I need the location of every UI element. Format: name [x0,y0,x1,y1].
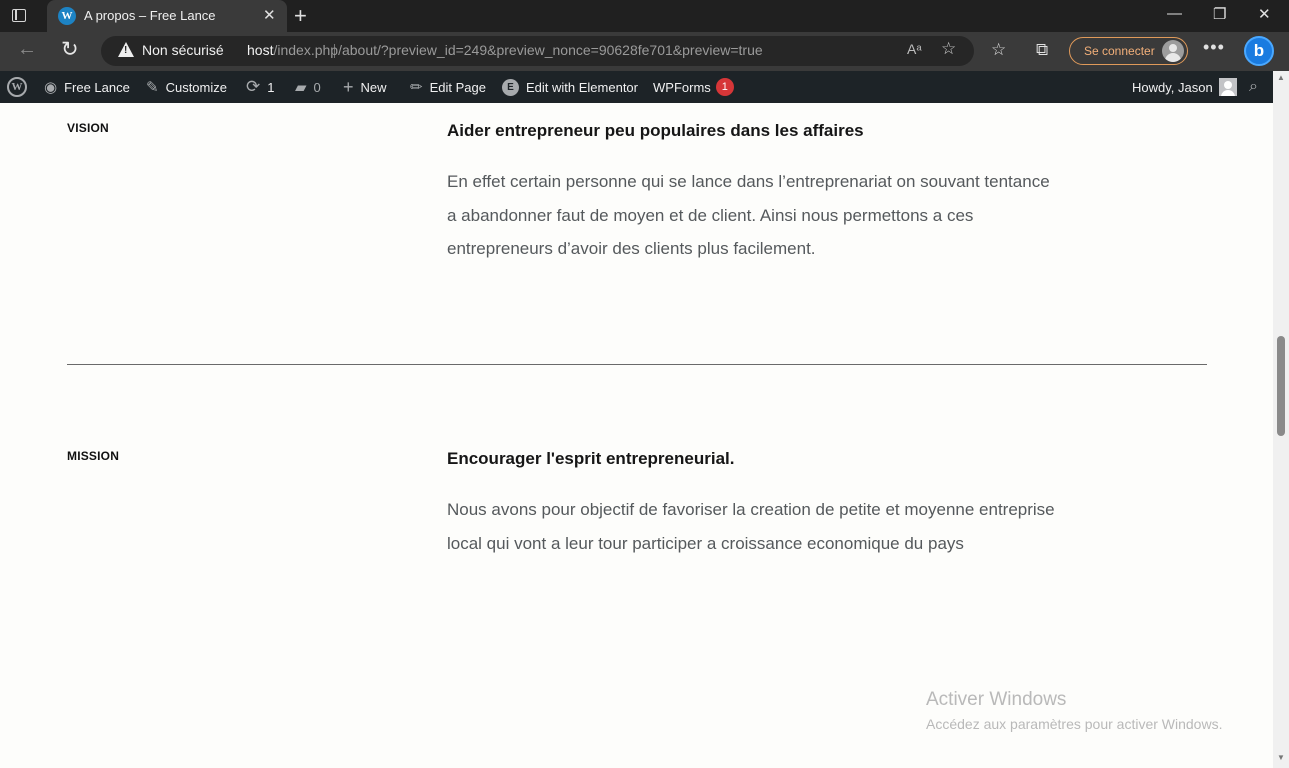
plus-icon: + [343,76,354,97]
wpforms-link[interactable]: WPForms 1 [653,71,734,103]
page-scrollbar[interactable]: ▲ ▼ [1273,71,1289,768]
section-body-mission: Nous avons pour objectif de favoriser la… [447,493,1137,560]
edit-page-link[interactable]: ✏ Edit Page [410,71,486,103]
comments-count: 0 [313,79,321,95]
pencil-icon: ✏ [410,79,423,96]
tab-close-icon[interactable]: ✕ [263,6,276,24]
wordpress-favicon-icon: W [58,7,76,25]
my-account-link[interactable]: Howdy, Jason [1132,71,1237,103]
scrollbar-thumb[interactable] [1277,336,1285,436]
site-name-link[interactable]: ◉ Free Lance [44,71,130,103]
paragraph-line: En effet certain personne qui se lance d… [447,172,1050,191]
search-button[interactable]: ⌕ [1249,71,1258,103]
user-avatar-icon [1218,78,1237,96]
tab-actions-icon[interactable] [10,7,28,25]
updates-link[interactable]: ⟳ 1 [246,71,274,103]
wordpress-logo-icon: W [7,77,27,97]
wpforms-label: WPForms [653,79,711,95]
address-bar[interactable]: Non sécurisé host/index.php/about/?previ… [101,36,974,66]
url-path: /index.php/about/?preview_id=249&preview… [273,42,763,58]
profile-avatar-icon [1162,40,1184,62]
read-aloud-icon[interactable]: A͏ᵃ [907,41,922,57]
more-menu-icon[interactable]: ••• [1203,37,1225,58]
scroll-down-arrow-icon[interactable]: ▼ [1277,753,1285,762]
section-body-vision: En effet certain personne qui se lance d… [447,165,1137,266]
page-content: VISION Aider entrepreneur peu populaires… [0,103,1273,768]
new-tab-button[interactable]: + [294,3,307,29]
new-label: New [360,79,387,95]
collections-icon[interactable]: ⧉ [1036,40,1048,60]
scroll-up-arrow-icon[interactable]: ▲ [1277,73,1285,82]
dashboard-icon: ◉ [44,79,58,96]
wpforms-notification-badge: 1 [715,78,734,96]
section-heading-vision: Aider entrepreneur peu populaires dans l… [447,121,864,140]
search-icon: ⌕ [1249,78,1258,95]
howdy-label: Howdy, Jason [1132,79,1213,95]
add-favorite-icon[interactable]: ☆ [941,39,956,59]
tab-title: A propos – Free Lance [84,8,216,23]
site-name-label: Free Lance [64,79,130,95]
updates-count: 1 [267,79,275,95]
paragraph-line: Nous avons pour objectif de favoriser la… [447,500,1055,519]
paragraph-line: local qui vont a leur tour participer a … [447,533,964,553]
watermark-title: Activer Windows [926,689,1067,710]
url-text[interactable]: host/index.php/about/?preview_id=249&pre… [247,42,763,58]
restore-icon[interactable]: ❐ [1213,5,1226,23]
comments-link[interactable]: ▰ 0 [295,71,321,103]
browser-tab-strip: W A propos – Free Lance ✕ + — ❐ ✕ [0,0,1289,32]
customize-link[interactable]: ✎ Customize [146,71,227,103]
section-label-mission: MISSION [67,449,120,463]
browser-tab[interactable]: W A propos – Free Lance ✕ [47,0,287,32]
paragraph-line: entrepreneurs d’avoir des clients plus f… [447,239,816,258]
sign-in-button[interactable]: Se connecter [1069,37,1188,65]
section-label-vision: VISION [67,121,109,135]
comment-icon: ▰ [295,79,307,96]
security-label[interactable]: Non sécurisé [142,42,224,58]
window-close-icon[interactable]: ✕ [1258,5,1271,23]
bing-copilot-icon[interactable]: b [1244,36,1274,66]
edit-elementor-link[interactable]: E Edit with Elementor [502,71,638,103]
updates-icon: ⟳ [246,77,261,96]
warning-icon[interactable] [118,42,134,57]
minimize-icon[interactable]: — [1167,5,1182,22]
watermark-subtitle: Accédez aux paramètres pour activer Wind… [926,716,1223,732]
wp-admin-bar: W ◉ Free Lance ✎ Customize ⟳ 1 ▰ 0 + New… [0,71,1273,103]
windows-activation-watermark: Activer Windows Accédez aux paramètres p… [926,689,1222,732]
url-host: host [247,42,274,58]
edit-page-label: Edit Page [429,79,486,95]
wp-logo-button[interactable]: W [7,71,27,103]
back-icon[interactable]: ← [17,38,37,61]
paragraph-line: a abandonner faut de moyen et de client.… [447,205,974,225]
sign-in-label: Se connecter [1084,44,1155,58]
brush-icon: ✎ [146,79,159,96]
refresh-icon[interactable]: ↻ [61,37,79,62]
new-content-link[interactable]: + New [343,71,387,103]
browser-toolbar: ← ↻ Non sécurisé host/index.php/about/?p… [0,32,1289,71]
elementor-icon: E [502,78,519,96]
customize-label: Customize [165,79,227,95]
section-divider [67,364,1207,365]
favorites-icon[interactable]: ☆ [991,40,1006,60]
edit-elementor-label: Edit with Elementor [526,79,638,95]
section-heading-mission: Encourager l'esprit entrepreneurial. [447,449,735,468]
